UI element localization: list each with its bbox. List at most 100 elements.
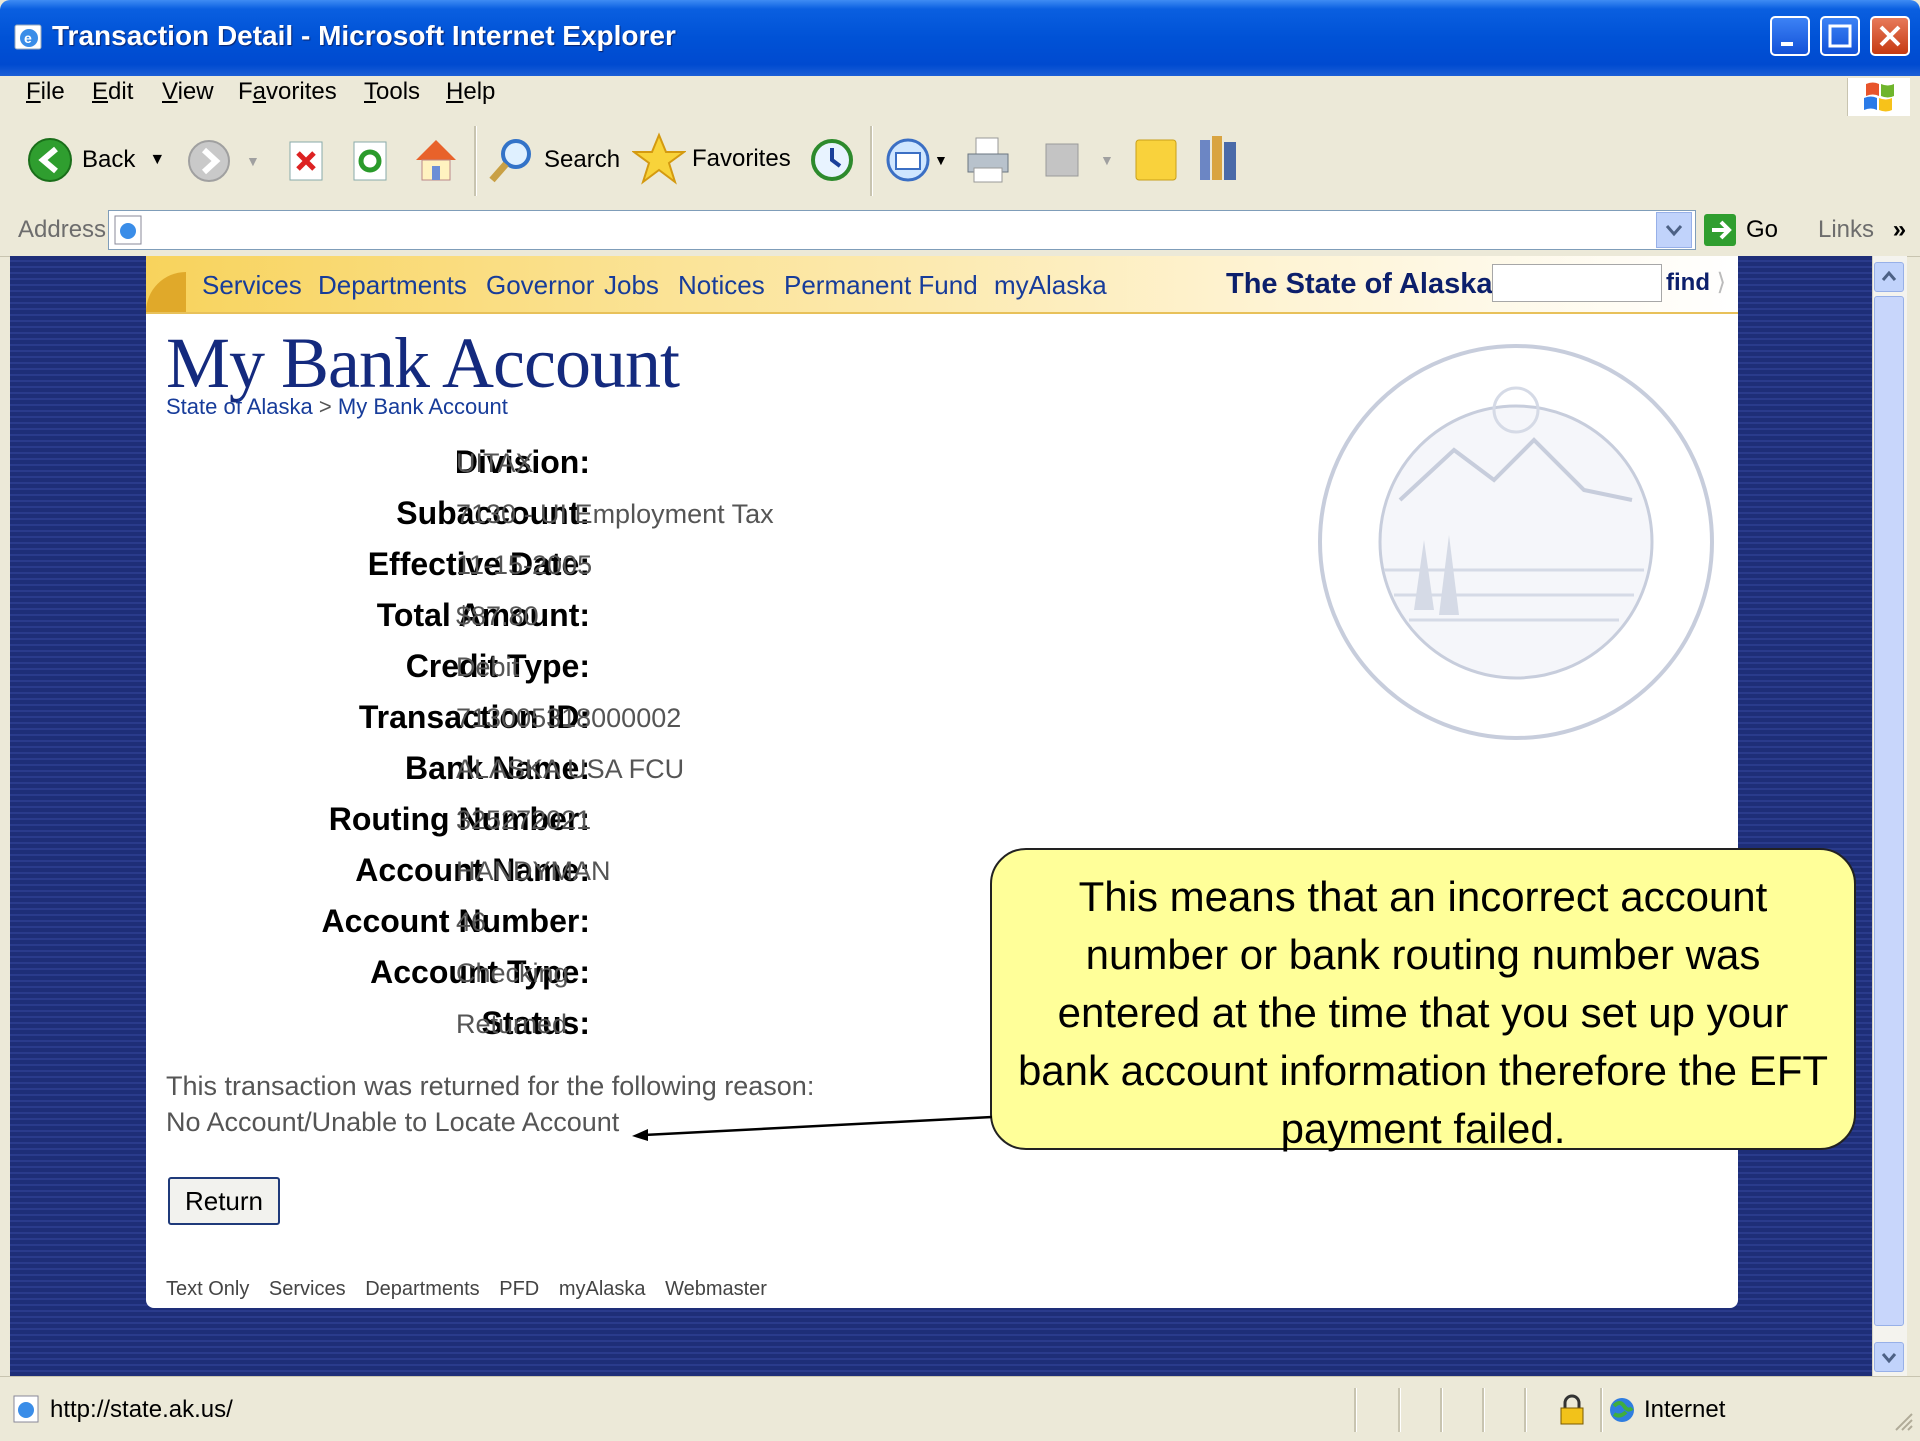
scroll-up-button[interactable]: [1874, 262, 1904, 292]
field-routing-number: Routing Number: 325272021: [328, 801, 592, 837]
forward-dropdown-icon: ▼: [246, 153, 260, 169]
windows-flag-icon: [1864, 82, 1894, 112]
note-icon: [1135, 139, 1177, 181]
favorites-star-icon: [632, 132, 686, 185]
nav-services[interactable]: Services: [202, 270, 302, 301]
field-account-name: Account Name: HANDYMAN: [355, 852, 611, 888]
svg-text:e: e: [24, 30, 32, 46]
search-button[interactable]: Search: [486, 134, 620, 186]
mail-icon: [886, 138, 930, 182]
toolbar-separator: [474, 126, 477, 196]
sun-emblem-icon: [146, 272, 186, 312]
footer-myalaska[interactable]: myAlaska: [559, 1278, 646, 1300]
research-books-icon: [1200, 136, 1236, 180]
internet-globe-icon: [1610, 1398, 1634, 1422]
menu-favorites[interactable]: Favorites: [238, 78, 337, 106]
resize-grip-icon[interactable]: [1892, 1410, 1916, 1434]
nav-departments[interactable]: Departments: [318, 270, 467, 301]
history-button[interactable]: [808, 136, 856, 184]
status-divider: [1482, 1388, 1485, 1432]
windows-logo: [1847, 78, 1910, 116]
explanation-callout: This means that an incorrect account num…: [990, 848, 1856, 1152]
find-button[interactable]: find ⟩: [1666, 268, 1726, 297]
nav-governor[interactable]: Governor: [486, 270, 594, 301]
print-button[interactable]: [962, 134, 1014, 186]
chevron-down-icon: [1881, 1353, 1897, 1364]
mail-dropdown-icon[interactable]: ▼: [934, 152, 948, 168]
printer-icon: [967, 137, 1009, 183]
status-divider: [1600, 1388, 1603, 1432]
field-account-type: Account Type: Checking: [370, 954, 590, 990]
status-divider: [1354, 1388, 1357, 1432]
mail-button[interactable]: ▼: [884, 136, 948, 184]
footer-links: Text Only Services Departments PFD myAla…: [166, 1278, 781, 1301]
state-name: The State of Alaska: [1226, 268, 1493, 300]
callout-arrow: [632, 1115, 993, 1141]
go-button[interactable]: Go: [1702, 212, 1778, 248]
state-nav-bar: Services Departments Governor Jobs Notic…: [146, 256, 1738, 314]
back-button[interactable]: Back ▼: [26, 136, 165, 184]
close-button[interactable]: [1870, 16, 1910, 56]
back-dropdown-icon[interactable]: ▼: [149, 151, 165, 169]
refresh-button[interactable]: [350, 138, 392, 184]
nav-jobs[interactable]: Jobs: [604, 270, 659, 301]
field-account-number: Account Number: 46: [321, 903, 590, 939]
menu-edit[interactable]: Edit: [92, 78, 133, 106]
footer-pfd[interactable]: PFD: [499, 1278, 539, 1300]
footer-text-only[interactable]: Text Only: [166, 1278, 249, 1300]
scroll-down-button[interactable]: [1874, 1342, 1904, 1372]
return-button[interactable]: Return: [168, 1177, 280, 1225]
field-bank-name: Bank Name: ALASKA USA FCU: [405, 750, 685, 786]
title-bar: e Transaction Detail - Microsoft Interne…: [0, 0, 1920, 76]
breadcrumb-home-link[interactable]: State of Alaska: [166, 394, 313, 419]
links-toolbar[interactable]: Links »: [1818, 216, 1906, 244]
field-division: Division: UITAX: [454, 444, 590, 480]
window-title: Transaction Detail - Microsoft Internet …: [52, 20, 676, 51]
scrollbar-thumb[interactable]: [1874, 296, 1904, 1326]
address-input[interactable]: [108, 210, 1696, 250]
address-label: Address: [18, 216, 107, 243]
go-arrow-icon: [1704, 214, 1736, 246]
menu-help[interactable]: Help: [446, 78, 495, 106]
field-effective-date: Effective Date: 11-15-2005: [367, 546, 593, 582]
ie-icon: e: [14, 24, 42, 50]
edit-button[interactable]: ▼: [1042, 140, 1114, 180]
state-seal-watermark: [1318, 344, 1714, 740]
status-url: http://state.ak.us/: [50, 1396, 233, 1423]
nav-permanent-fund[interactable]: Permanent Fund: [784, 270, 978, 301]
forward-button[interactable]: ▼: [186, 138, 260, 184]
menu-view[interactable]: View: [162, 78, 214, 106]
breadcrumb-current: My Bank Account: [337, 394, 508, 419]
breadcrumb: State of Alaska > My Bank Account: [166, 394, 508, 419]
nav-notices[interactable]: Notices: [678, 270, 765, 301]
site-search-input[interactable]: [1492, 264, 1662, 302]
menu-tools[interactable]: Tools: [364, 78, 420, 106]
chevron-up-icon: [1881, 270, 1897, 281]
chevron-down-icon: [1665, 225, 1683, 237]
field-status: Status: Returned: [456, 1005, 590, 1041]
return-reason-intro: This transaction was returned for the fo…: [166, 1071, 815, 1101]
history-icon: [811, 139, 853, 181]
menu-file[interactable]: File: [26, 78, 65, 106]
nav-myalaska[interactable]: myAlaska: [994, 270, 1107, 301]
refresh-icon: [353, 141, 387, 181]
footer-departments[interactable]: Departments: [365, 1278, 480, 1300]
minimize-button[interactable]: [1770, 16, 1810, 56]
page-icon: [114, 215, 142, 245]
status-divider: [1524, 1388, 1527, 1432]
search-icon: [489, 139, 531, 183]
status-divider: [1398, 1388, 1401, 1432]
footer-webmaster[interactable]: Webmaster: [665, 1278, 767, 1300]
research-button[interactable]: [1194, 130, 1246, 186]
stop-icon: [289, 141, 323, 181]
footer-services[interactable]: Services: [269, 1278, 346, 1300]
stop-button[interactable]: [286, 138, 328, 184]
page-title: My Bank Account: [166, 323, 680, 403]
edit-dropdown-icon: ▼: [1100, 152, 1114, 168]
home-button[interactable]: [410, 134, 462, 186]
notes-button[interactable]: [1132, 134, 1182, 186]
security-zone: Internet: [1644, 1396, 1726, 1423]
maximize-button[interactable]: [1820, 16, 1860, 56]
address-dropdown-button[interactable]: [1656, 212, 1692, 248]
favorites-button[interactable]: Favorites: [632, 132, 791, 186]
